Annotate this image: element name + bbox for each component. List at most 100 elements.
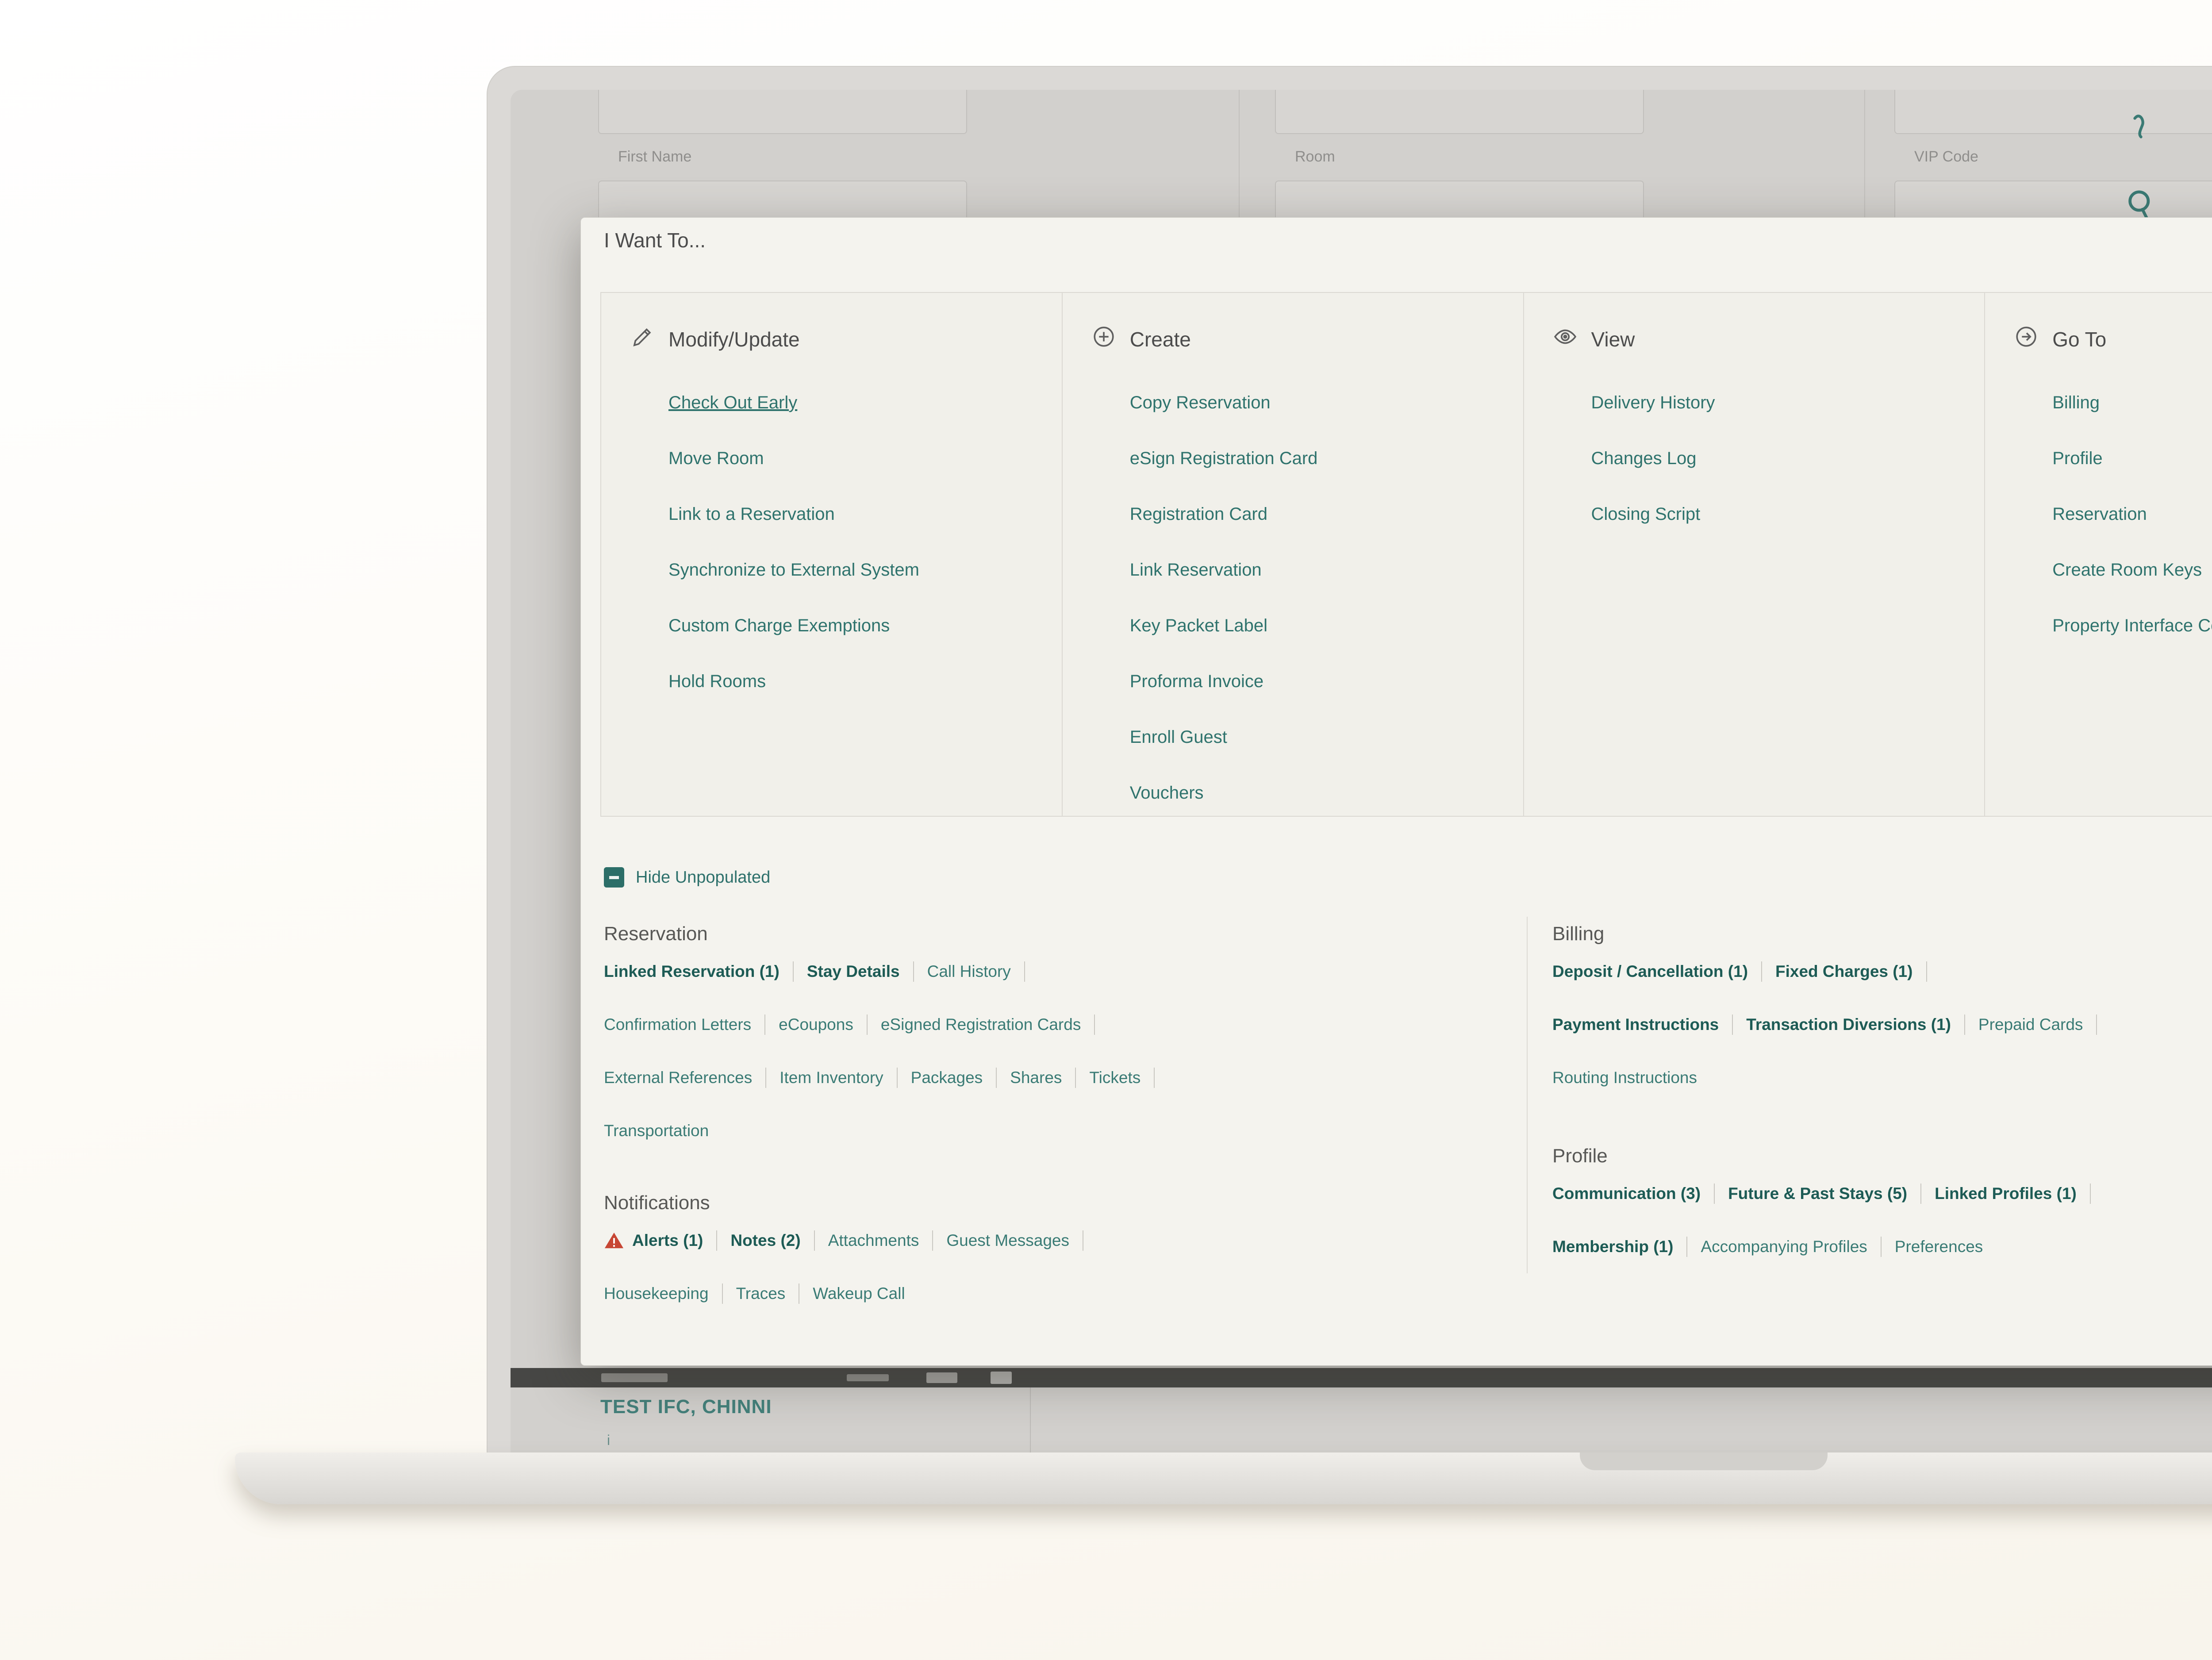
- link-row: External References Item Inventory Package…: [604, 1051, 1527, 1104]
- detail-sections-left: Reservation Linked Reservation (1) Stay De…: [604, 917, 1527, 1320]
- link-separator: [814, 1230, 815, 1251]
- table-column-divider: [1030, 1387, 1031, 1453]
- link-attachments[interactable]: Attachments: [828, 1231, 919, 1250]
- action-column-title: Modify/Update: [668, 327, 800, 351]
- action-column-header: Modify/Update: [630, 324, 1062, 354]
- action-link-vouchers[interactable]: Vouchers: [1130, 765, 1523, 821]
- link-row: Transportation: [604, 1104, 1527, 1157]
- link-housekeeping[interactable]: Housekeeping: [604, 1284, 709, 1303]
- link-tickets[interactable]: Tickets: [1089, 1068, 1141, 1087]
- link-shares[interactable]: Shares: [1010, 1068, 1062, 1087]
- action-link-registration-card[interactable]: Registration Card: [1130, 486, 1523, 542]
- link-transportation[interactable]: Transportation: [604, 1122, 709, 1140]
- link-row: Confirmation Letters eCoupons eSigned Regi…: [604, 998, 1527, 1051]
- hide-unpopulated-label[interactable]: Hide Unpopulated: [636, 868, 770, 887]
- form-column-divider: [1239, 90, 1240, 220]
- link-row: Communication (3) Future & Past Stays (5)…: [1552, 1167, 2212, 1220]
- link-separator: [2090, 1184, 2091, 1204]
- action-link-esign-registration-card[interactable]: eSign Registration Card: [1130, 430, 1523, 486]
- link-fixed-charges-1[interactable]: Fixed Charges (1): [1775, 962, 1912, 981]
- action-link-proforma-invoice[interactable]: Proforma Invoice: [1130, 653, 1523, 709]
- hide-unpopulated-toggle[interactable]: Hide Unpopulated: [604, 867, 770, 888]
- link-membership-1[interactable]: Membership (1): [1552, 1237, 1673, 1256]
- action-column-title: Create: [1130, 327, 1191, 351]
- detail-sections-right: Billing Deposit / Cancellation (1) Fixed C…: [1527, 917, 2212, 1273]
- table-header-fragment: [991, 1372, 1012, 1384]
- action-link-closing-script[interactable]: Closing Script: [1591, 486, 1985, 542]
- link-stay-details[interactable]: Stay Details: [807, 962, 900, 981]
- detail-links-area: Reservation Linked Reservation (1) Stay De…: [604, 917, 2212, 1320]
- action-link-reservation[interactable]: Reservation: [2052, 486, 2212, 542]
- link-notes-2[interactable]: Notes (2): [730, 1231, 800, 1250]
- link-transaction-diversions-1[interactable]: Transaction Diversions (1): [1746, 1015, 1951, 1034]
- section-title-reservation: Reservation: [604, 923, 1527, 945]
- link-accompanying-profiles[interactable]: Accompanying Profiles: [1701, 1237, 1867, 1256]
- action-column-title: View: [1591, 327, 1635, 351]
- link-prepaid-cards[interactable]: Prepaid Cards: [1978, 1015, 2083, 1034]
- action-link-enroll-guest[interactable]: Enroll Guest: [1130, 709, 1523, 765]
- link-ecoupons[interactable]: eCoupons: [779, 1015, 853, 1034]
- action-link-check-out-early[interactable]: Check Out Early: [668, 375, 1062, 430]
- action-link-changes-log[interactable]: Changes Log: [1591, 430, 1985, 486]
- link-confirmation-letters[interactable]: Confirmation Letters: [604, 1015, 751, 1034]
- action-link-property-interface-controls[interactable]: Property Interface Controls: [2052, 598, 2212, 653]
- wave-icon: [2121, 108, 2158, 147]
- link-separator: [765, 1068, 766, 1088]
- action-link-link-reservation[interactable]: Link Reservation: [1130, 542, 1523, 598]
- action-link-key-packet-label[interactable]: Key Packet Label: [1130, 598, 1523, 653]
- app-screen: First Name Room VIP Code ll: [511, 90, 2212, 1453]
- laptop-base-notch: [1580, 1452, 1828, 1470]
- laptop-base: [235, 1452, 2212, 1504]
- action-link-hold-rooms[interactable]: Hold Rooms: [668, 653, 1062, 709]
- action-link-copy-reservation[interactable]: Copy Reservation: [1130, 375, 1523, 430]
- link-external-references[interactable]: External References: [604, 1068, 752, 1087]
- link-wakeup-call[interactable]: Wakeup Call: [813, 1284, 905, 1303]
- table-header-fragment: [601, 1373, 668, 1382]
- action-item-list: Copy ReservationeSign Registration CardR…: [1130, 375, 1523, 821]
- link-row: Housekeeping Traces Wakeup Call: [604, 1267, 1527, 1320]
- link-separator: [716, 1230, 717, 1251]
- table-header-bar: [511, 1368, 2212, 1387]
- action-link-synchronize-to-external-system[interactable]: Synchronize to External System: [668, 542, 1062, 598]
- action-link-billing[interactable]: Billing: [2052, 375, 2212, 430]
- link-future-past-stays-5[interactable]: Future & Past Stays (5): [1728, 1184, 1907, 1203]
- link-routing-instructions[interactable]: Routing Instructions: [1552, 1068, 1697, 1087]
- link-guest-messages[interactable]: Guest Messages: [946, 1231, 1069, 1250]
- link-traces[interactable]: Traces: [736, 1284, 786, 1303]
- link-preferences[interactable]: Preferences: [1895, 1237, 1983, 1256]
- action-column-title: Go To: [2052, 327, 2106, 351]
- link-linked-profiles-1[interactable]: Linked Profiles (1): [1935, 1184, 2077, 1203]
- action-link-create-room-keys[interactable]: Create Room Keys: [2052, 542, 2212, 598]
- arrow-circle-icon: [2013, 324, 2039, 354]
- first-name-label: First Name: [618, 148, 691, 165]
- link-esigned-registration-cards[interactable]: eSigned Registration Cards: [881, 1015, 1081, 1034]
- dialog-title: I Want To...: [604, 228, 706, 252]
- link-deposit-cancellation-1[interactable]: Deposit / Cancellation (1): [1552, 962, 1748, 981]
- action-link-move-room[interactable]: Move Room: [668, 430, 1062, 486]
- action-link-link-to-a-reservation[interactable]: Link to a Reservation: [668, 486, 1062, 542]
- action-link-profile[interactable]: Profile: [2052, 430, 2212, 486]
- link-linked-reservation-1[interactable]: Linked Reservation (1): [604, 962, 780, 981]
- link-payment-instructions[interactable]: Payment Instructions: [1552, 1015, 1719, 1034]
- action-column-header: View: [1552, 324, 1985, 354]
- action-column-header: Go To: [2013, 324, 2212, 354]
- link-separator: [764, 1014, 765, 1035]
- section-title-billing: Billing: [1552, 923, 2212, 945]
- table-header-fragment: [926, 1372, 957, 1383]
- form-column-divider: [1864, 90, 1865, 220]
- link-separator: [1926, 961, 1927, 982]
- link-separator: [897, 1068, 898, 1088]
- action-link-delivery-history[interactable]: Delivery History: [1591, 375, 1985, 430]
- warning-icon: [604, 1230, 624, 1251]
- link-row: Payment Instructions Transaction Diversio…: [1552, 998, 2212, 1051]
- link-alerts-1[interactable]: Alerts (1): [632, 1231, 703, 1250]
- link-packages[interactable]: Packages: [911, 1068, 983, 1087]
- link-separator: [722, 1283, 723, 1304]
- action-column-go-to: Go To BillingProfileReservationCreate Roo…: [1984, 293, 2212, 816]
- action-link-custom-charge-exemptions[interactable]: Custom Charge Exemptions: [668, 598, 1062, 653]
- action-column-view: View Delivery HistoryChanges LogClosing S…: [1523, 293, 1985, 816]
- link-item-inventory[interactable]: Item Inventory: [780, 1068, 883, 1087]
- link-call-history[interactable]: Call History: [927, 962, 1011, 981]
- link-communication-3[interactable]: Communication (3): [1552, 1184, 1701, 1203]
- checkbox-minus-icon[interactable]: [604, 867, 624, 888]
